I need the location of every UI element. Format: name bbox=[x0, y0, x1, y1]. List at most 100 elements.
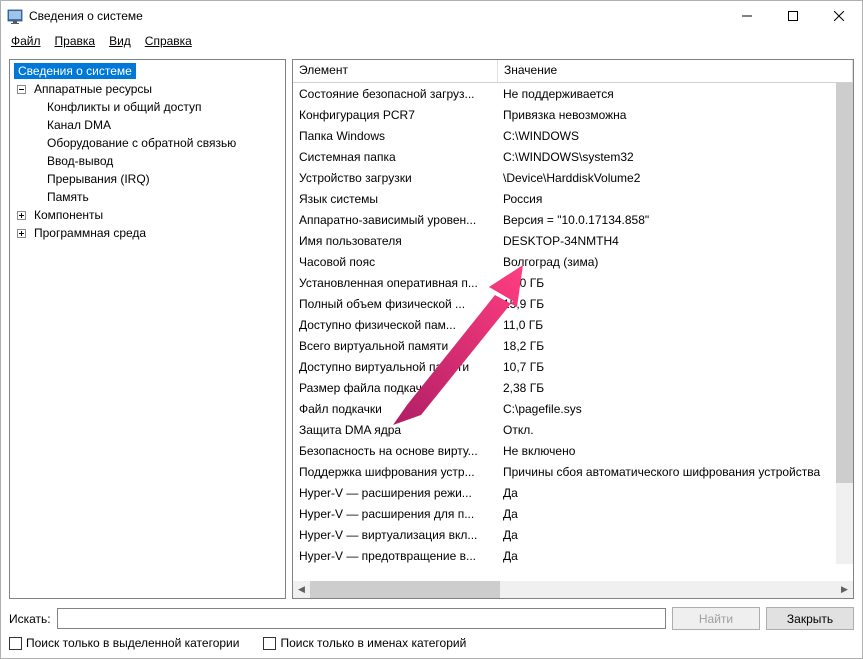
cell-element: Аппаратно-зависимый уровен... bbox=[293, 213, 497, 227]
list-row[interactable]: Устройство загрузки\Device\HarddiskVolum… bbox=[293, 167, 853, 188]
cell-value: \Device\HarddiskVolume2 bbox=[497, 171, 853, 185]
tree-label: Программная среда bbox=[30, 225, 150, 241]
cell-value: Да bbox=[497, 486, 853, 500]
checkbox-label: Поиск только в выделенной категории bbox=[26, 636, 239, 650]
list-row[interactable]: Доступно физической пам...11,0 ГБ bbox=[293, 314, 853, 335]
menu-help[interactable]: Справка bbox=[139, 32, 198, 50]
cell-element: Всего виртуальной памяти bbox=[293, 339, 497, 353]
cell-value: Волгоград (зима) bbox=[497, 255, 853, 269]
list-header: Элемент Значение bbox=[293, 60, 853, 83]
list-pane: Элемент Значение Состояние безопасной за… bbox=[292, 59, 854, 599]
cell-value: DESKTOP-34NMTH4 bbox=[497, 234, 853, 248]
list-row[interactable]: Часовой поясВолгоград (зима) bbox=[293, 251, 853, 272]
cell-element: Язык системы bbox=[293, 192, 497, 206]
scrollbar-thumb[interactable] bbox=[836, 83, 853, 483]
tree-label: Память bbox=[43, 189, 93, 205]
list-row[interactable]: Размер файла подкачки2,38 ГБ bbox=[293, 377, 853, 398]
search-row: Искать: Найти Закрыть bbox=[1, 601, 862, 632]
list-row[interactable]: Имя пользователяDESKTOP-34NMTH4 bbox=[293, 230, 853, 251]
cell-element: Доступно физической пам... bbox=[293, 318, 497, 332]
scrollbar-thumb[interactable] bbox=[310, 581, 500, 598]
tree-node-memory[interactable]: Память bbox=[10, 188, 285, 206]
list-body[interactable]: Состояние безопасной загруз...Не поддерж… bbox=[293, 83, 853, 581]
column-header-value[interactable]: Значение bbox=[498, 60, 853, 82]
list-row[interactable]: Hyper-V — виртуализация вкл...Да bbox=[293, 524, 853, 545]
cell-element: Часовой пояс bbox=[293, 255, 497, 269]
cell-element: Файл подкачки bbox=[293, 402, 497, 416]
scrollbar-track[interactable] bbox=[310, 581, 836, 598]
tree-pane[interactable]: Сведения о системе Аппаратные ресурсы Ко… bbox=[9, 59, 286, 599]
list-row[interactable]: Безопасность на основе вирту...Не включе… bbox=[293, 440, 853, 461]
menu-view[interactable]: Вид bbox=[103, 32, 137, 50]
tree-node-system-summary[interactable]: Сведения о системе bbox=[10, 62, 285, 80]
tree-node-software[interactable]: Программная среда bbox=[10, 224, 285, 242]
minimize-button[interactable] bbox=[724, 1, 770, 31]
vertical-scrollbar[interactable] bbox=[836, 83, 853, 564]
list-row[interactable]: Язык системыРоссия bbox=[293, 188, 853, 209]
cell-value: Да bbox=[497, 507, 853, 521]
checkbox-icon bbox=[263, 637, 276, 650]
cell-value: Да bbox=[497, 528, 853, 542]
tree-node-irq[interactable]: Прерывания (IRQ) bbox=[10, 170, 285, 188]
menu-file[interactable]: Файл bbox=[5, 32, 47, 50]
cell-element: Установленная оперативная п... bbox=[293, 276, 497, 290]
list-row[interactable]: Всего виртуальной памяти18,2 ГБ bbox=[293, 335, 853, 356]
list-row[interactable]: Папка WindowsC:\WINDOWS bbox=[293, 125, 853, 146]
scroll-right-icon[interactable]: ▶ bbox=[836, 581, 853, 598]
maximize-button[interactable] bbox=[770, 1, 816, 31]
tree-node-conflicts[interactable]: Конфликты и общий доступ bbox=[10, 98, 285, 116]
content-area: Сведения о системе Аппаратные ресурсы Ко… bbox=[1, 55, 862, 601]
list-row[interactable]: Поддержка шифрования устр...Причины сбоя… bbox=[293, 461, 853, 482]
list-row[interactable]: Конфигурация PCR7Привязка невозможна bbox=[293, 104, 853, 125]
tree-node-forced-hw[interactable]: Оборудование с обратной связью bbox=[10, 134, 285, 152]
cell-element: Полный объем физической ... bbox=[293, 297, 497, 311]
checkbox-icon bbox=[9, 637, 22, 650]
close-button[interactable] bbox=[816, 1, 862, 31]
list-row[interactable]: Установленная оперативная п...16,0 ГБ bbox=[293, 272, 853, 293]
checkbox-search-selected-category[interactable]: Поиск только в выделенной категории bbox=[9, 636, 239, 650]
tree-label: Аппаратные ресурсы bbox=[30, 81, 156, 97]
tree-label: Канал DMA bbox=[43, 117, 115, 133]
list-row[interactable]: Hyper-V — предотвращение в...Да bbox=[293, 545, 853, 566]
close-search-button[interactable]: Закрыть bbox=[766, 607, 854, 630]
tree-label: Оборудование с обратной связью bbox=[43, 135, 240, 151]
tree-node-io[interactable]: Ввод-вывод bbox=[10, 152, 285, 170]
list-row[interactable]: Hyper-V — расширения для п...Да bbox=[293, 503, 853, 524]
tree-label: Ввод-вывод bbox=[43, 153, 117, 169]
tree: Сведения о системе Аппаратные ресурсы Ко… bbox=[10, 60, 285, 244]
expand-icon[interactable] bbox=[14, 208, 28, 222]
column-header-element[interactable]: Элемент bbox=[293, 60, 498, 82]
cell-value: C:\WINDOWS\system32 bbox=[497, 150, 853, 164]
list-row[interactable]: Защита DMA ядраОткл. bbox=[293, 419, 853, 440]
cell-element: Папка Windows bbox=[293, 129, 497, 143]
list-row[interactable]: Состояние безопасной загруз...Не поддерж… bbox=[293, 83, 853, 104]
list-row[interactable]: Полный объем физической ...15,9 ГБ bbox=[293, 293, 853, 314]
cell-value: 2,38 ГБ bbox=[497, 381, 853, 395]
find-button[interactable]: Найти bbox=[672, 607, 760, 630]
list-row[interactable]: Системная папкаC:\WINDOWS\system32 bbox=[293, 146, 853, 167]
checkbox-search-category-names[interactable]: Поиск только в именах категорий bbox=[263, 636, 466, 650]
cell-element: Размер файла подкачки bbox=[293, 381, 497, 395]
tree-node-hardware[interactable]: Аппаратные ресурсы bbox=[10, 80, 285, 98]
list-row[interactable]: Доступно виртуальной памяти10,7 ГБ bbox=[293, 356, 853, 377]
cell-element: Защита DMA ядра bbox=[293, 423, 497, 437]
menu-edit[interactable]: Правка bbox=[49, 32, 102, 50]
tree-node-dma[interactable]: Канал DMA bbox=[10, 116, 285, 134]
cell-element: Имя пользователя bbox=[293, 234, 497, 248]
cell-element: Доступно виртуальной памяти bbox=[293, 360, 497, 374]
cell-value: 16,0 ГБ bbox=[497, 276, 853, 290]
search-input[interactable] bbox=[57, 608, 666, 629]
tree-label: Прерывания (IRQ) bbox=[43, 171, 154, 187]
cell-value: 11,0 ГБ bbox=[497, 318, 853, 332]
tree-node-components[interactable]: Компоненты bbox=[10, 206, 285, 224]
tree-label: Сведения о системе bbox=[14, 63, 136, 79]
list-row[interactable]: Файл подкачкиC:\pagefile.sys bbox=[293, 398, 853, 419]
list-row[interactable]: Аппаратно-зависимый уровен...Версия = "1… bbox=[293, 209, 853, 230]
scroll-left-icon[interactable]: ◀ bbox=[293, 581, 310, 598]
cell-value: Не включено bbox=[497, 444, 853, 458]
cell-value: Причины сбоя автоматического шифрования … bbox=[497, 465, 853, 479]
collapse-icon[interactable] bbox=[14, 82, 28, 96]
horizontal-scrollbar[interactable]: ◀ ▶ bbox=[293, 581, 853, 598]
list-row[interactable]: Hyper-V — расширения режи...Да bbox=[293, 482, 853, 503]
expand-icon[interactable] bbox=[14, 226, 28, 240]
